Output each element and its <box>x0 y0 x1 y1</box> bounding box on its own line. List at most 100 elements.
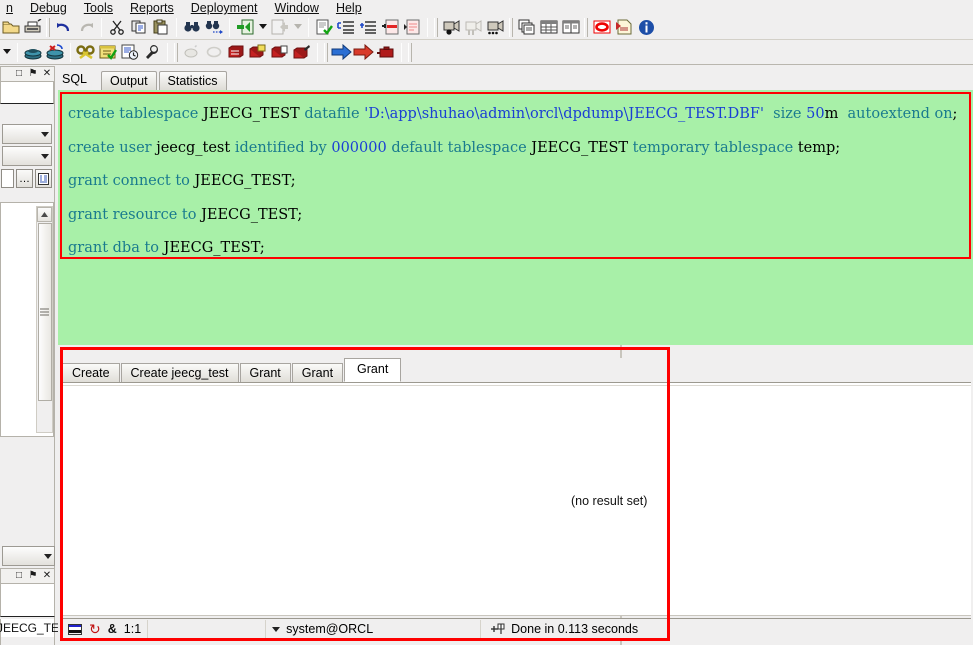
scroll-up-arrow-icon[interactable] <box>37 207 52 222</box>
pin-icon[interactable]: ⚑ <box>27 570 39 582</box>
object-type-combo[interactable] <box>2 124 52 144</box>
table-view-icon[interactable] <box>538 16 560 38</box>
log-on-icon[interactable] <box>22 41 44 63</box>
previous-dropdown-icon[interactable] <box>256 16 269 38</box>
check-syntax-icon[interactable] <box>313 16 335 38</box>
pin-icon[interactable]: ⚑ <box>27 68 39 80</box>
column-view-icon[interactable] <box>560 16 582 38</box>
indent-icon[interactable] <box>335 16 357 38</box>
keys-icon[interactable] <box>75 41 97 63</box>
toolbar-grip[interactable] <box>324 42 328 62</box>
menu-item-window[interactable]: Window <box>274 2 329 15</box>
sql-token: to <box>175 173 195 189</box>
comment-icon[interactable] <box>379 16 401 38</box>
filter-grid-button[interactable] <box>35 169 52 188</box>
find-next-icon[interactable] <box>203 16 225 38</box>
toolbar-grip[interactable] <box>434 17 438 37</box>
tab-sql[interactable]: SQL <box>58 69 100 90</box>
menu-bar: n Debug Tools Reports Deployment Window … <box>0 0 973 15</box>
step-out-icon[interactable] <box>291 41 313 63</box>
toolbar-grip[interactable] <box>408 42 412 62</box>
tab-statistics[interactable]: Statistics <box>158 71 227 90</box>
refresh-icon[interactable]: ↻ <box>89 622 101 636</box>
status-left-group: ↻ & 1:1 <box>62 619 149 639</box>
print-icon[interactable] <box>22 16 44 38</box>
result-tab[interactable]: Grant <box>344 358 402 382</box>
menu-item-tools[interactable]: Tools <box>84 2 124 15</box>
menu-item-help[interactable]: Help <box>336 2 373 15</box>
toolbar-grip[interactable] <box>509 17 513 37</box>
sql-token: 50 <box>806 106 825 122</box>
clear-breakpoint-icon[interactable] <box>203 41 225 63</box>
session-dropdown-icon[interactable] <box>0 41 13 63</box>
log-off-icon[interactable] <box>44 41 66 63</box>
menu-item-deployment[interactable]: Deployment <box>191 2 269 15</box>
previous-icon[interactable] <box>234 16 256 38</box>
pdf-export-icon[interactable] <box>613 16 635 38</box>
paste-icon[interactable] <box>150 16 172 38</box>
execute-red-arrow-icon[interactable] <box>353 41 375 63</box>
redo-icon[interactable] <box>75 16 97 38</box>
record-macro-icon[interactable] <box>441 16 463 38</box>
sql-token: 'D:\app\shuhao\admin\orcl\dpdump\JEECG_T… <box>364 106 764 122</box>
status-connection-cell[interactable]: system@ORCL <box>266 619 482 639</box>
find-icon[interactable] <box>181 16 203 38</box>
toolbar-group-execute <box>331 41 397 64</box>
preferences-icon[interactable] <box>141 41 163 63</box>
restore-icon[interactable]: □ <box>13 68 25 80</box>
window-list-icon[interactable] <box>516 16 538 38</box>
cut-icon[interactable] <box>106 16 128 38</box>
step-over-icon[interactable] <box>247 41 269 63</box>
toolbar-grip[interactable] <box>584 17 588 37</box>
menu-item-reports[interactable]: Reports <box>130 2 185 15</box>
open-icon[interactable] <box>0 16 22 38</box>
close-icon[interactable]: ✕ <box>41 570 53 582</box>
result-tab[interactable]: Grant <box>291 363 344 382</box>
run-icon[interactable] <box>225 41 247 63</box>
uncomment-icon[interactable] <box>401 16 423 38</box>
object-browser-scrollbar[interactable] <box>36 206 53 433</box>
task-list-icon[interactable] <box>97 41 119 63</box>
left-bottom-combo[interactable] <box>2 546 55 566</box>
toolbar-separator <box>308 17 309 37</box>
tab-output[interactable]: Output <box>101 71 157 90</box>
next-icon[interactable] <box>269 16 291 38</box>
chevron-down-icon[interactable] <box>272 626 281 632</box>
toolbar-grip[interactable] <box>174 42 178 62</box>
result-tab[interactable]: Grant <box>239 363 291 382</box>
sql-token: ; <box>835 139 841 156</box>
menu-item-debug[interactable]: Debug <box>30 2 78 15</box>
restore-icon[interactable]: □ <box>13 570 25 582</box>
about-icon[interactable] <box>635 16 657 38</box>
left-bottom-panel-row[interactable]: JEECG_TES <box>0 619 67 637</box>
outdent-icon[interactable] <box>357 16 379 38</box>
result-grid[interactable]: (no result set) <box>62 385 971 615</box>
session-history-icon[interactable] <box>119 41 141 63</box>
sql-token: size <box>763 106 807 122</box>
undo-icon[interactable] <box>53 16 75 38</box>
toolbar-group-edit-undo <box>53 16 97 39</box>
result-tab[interactable]: Create jeecg_test <box>120 363 239 382</box>
filter-input[interactable] <box>1 169 14 188</box>
copy-icon[interactable] <box>128 16 150 38</box>
toolbar-group-find <box>181 16 225 39</box>
filter-ellipsis-button[interactable]: … <box>16 169 33 188</box>
scrollbar-thumb[interactable] <box>37 223 52 401</box>
left-bottom-panel-header: □ ⚑ ✕ <box>0 568 55 584</box>
oracle-icon[interactable] <box>591 16 613 38</box>
set-breakpoint-icon[interactable] <box>181 41 203 63</box>
execute-blue-arrow-icon[interactable] <box>331 41 353 63</box>
sql-token: tablespace <box>714 139 798 156</box>
next-dropdown-icon[interactable] <box>291 16 304 38</box>
owner-combo[interactable] <box>2 146 52 166</box>
result-tab[interactable]: Create <box>62 363 120 382</box>
toolbar-separator <box>229 17 230 37</box>
pause-macro-icon[interactable] <box>463 16 485 38</box>
break-icon[interactable] <box>375 41 397 63</box>
toolbar-grip[interactable] <box>46 17 50 37</box>
step-into-icon[interactable] <box>269 41 291 63</box>
menu-item-session[interactable]: n <box>6 2 24 15</box>
macro-options-icon[interactable] <box>485 16 507 38</box>
sql-editor[interactable]: create tablespace JEECG_TEST datafile 'D… <box>60 92 971 259</box>
close-icon[interactable]: ✕ <box>41 68 53 80</box>
